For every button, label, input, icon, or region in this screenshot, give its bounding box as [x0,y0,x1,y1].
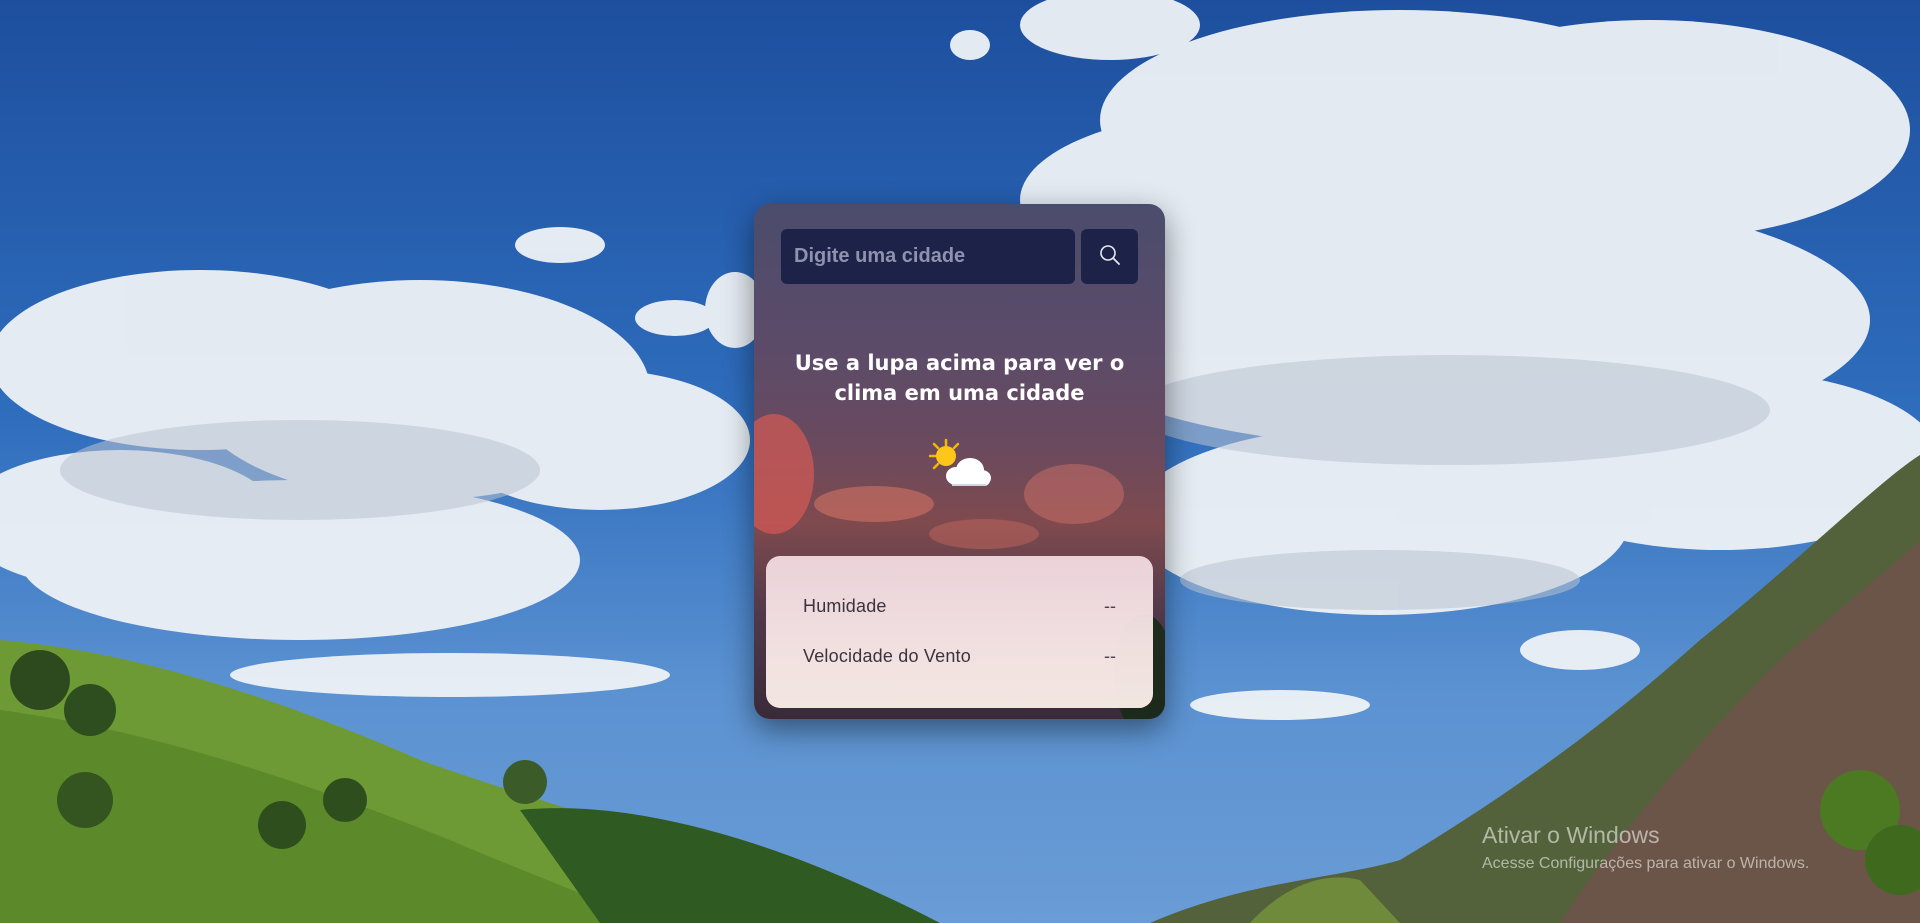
watermark-subtitle: Acesse Configurações para ativar o Windo… [1482,855,1810,872]
watermark-title: Ativar o Windows [1482,822,1660,848]
search-bar [781,229,1138,284]
windows-activation-watermark: Ativar o Windows Acesse Configurações pa… [1482,822,1809,873]
sun-behind-cloud-icon [922,438,994,494]
instruction-headline: Use a lupa acima para ver o clima em uma… [794,351,1125,405]
humidity-row: Humidade -- [803,596,1116,617]
humidity-value: -- [1104,596,1116,616]
search-button[interactable] [1081,229,1138,284]
wind-speed-value: -- [1104,646,1116,666]
search-icon [1098,243,1122,270]
wind-speed-row: Velocidade do Vento -- [803,646,1116,667]
weather-details-panel: Humidade -- Velocidade do Vento -- [766,556,1153,708]
weather-card: Use a lupa acima para ver o clima em uma… [754,204,1165,719]
city-search-input[interactable] [781,229,1075,284]
wind-speed-label: Velocidade do Vento [803,646,971,666]
humidity-label: Humidade [803,596,887,616]
